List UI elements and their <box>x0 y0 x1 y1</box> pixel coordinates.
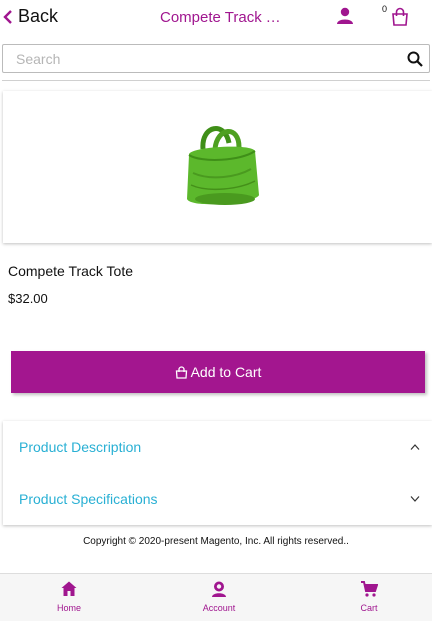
chevron-up-icon <box>410 444 420 450</box>
add-to-cart-button[interactable]: Add to Cart <box>11 351 425 393</box>
add-to-cart-label: Add to Cart <box>190 364 262 380</box>
bottom-navigation: Home Account Cart <box>0 573 432 621</box>
nav-account[interactable]: Account <box>179 580 259 613</box>
chevron-down-icon <box>410 496 420 502</box>
nav-account-label: Account <box>202 603 236 613</box>
divider <box>2 80 430 81</box>
nav-cart[interactable]: Cart <box>329 580 409 613</box>
header-cart-button[interactable]: 0 <box>382 4 414 30</box>
product-price: $32.00 <box>8 291 48 306</box>
accordion-label: Product Description <box>19 439 142 455</box>
top-bar: Back Compete Track Tote 0 <box>0 0 432 38</box>
shopping-bag-icon <box>175 365 187 379</box>
search-bar <box>2 44 430 73</box>
home-icon <box>61 581 77 596</box>
search-input[interactable] <box>3 45 407 72</box>
search-icon[interactable] <box>407 51 423 67</box>
copyright-text: Copyright © 2020-present Magento, Inc. A… <box>83 536 349 547</box>
nav-cart-label: Cart <box>360 603 378 613</box>
nav-home[interactable]: Home <box>29 580 109 613</box>
shopping-bag-icon <box>392 7 408 26</box>
cart-icon <box>361 581 378 597</box>
account-icon <box>212 581 226 597</box>
product-name: Compete Track Tote <box>8 263 134 279</box>
accordion-label: Product Specifications <box>19 491 158 507</box>
chevron-left-icon <box>3 9 12 24</box>
user-icon[interactable] <box>336 7 354 25</box>
accordion-product-specifications[interactable]: Product Specifications <box>3 484 432 514</box>
cart-count-badge: 0 <box>382 4 388 14</box>
accordion-product-description[interactable]: Product Description <box>3 432 432 462</box>
nav-home-label: Home <box>56 603 81 613</box>
back-label: Back <box>18 6 59 26</box>
page-title: Compete Track Tote <box>160 9 285 26</box>
product-accordion: Product Description Product Specificatio… <box>3 421 432 525</box>
product-image-card[interactable] <box>3 91 432 243</box>
green-tote-bag-image <box>187 126 259 205</box>
back-button[interactable]: Back <box>2 6 58 27</box>
